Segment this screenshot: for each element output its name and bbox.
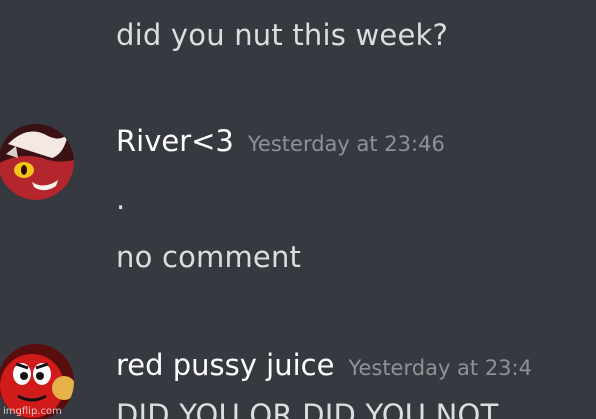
message-header: River<3 Yesterday at 23:46	[116, 124, 445, 158]
watermark: imgflip.com	[3, 406, 62, 417]
username[interactable]: red pussy juice	[116, 348, 334, 382]
timestamp: Yesterday at 23:46	[247, 132, 445, 156]
message-text: DID YOU OR DID YOU NOT	[116, 398, 499, 419]
message-header: red pussy juice Yesterday at 23:4	[116, 348, 532, 382]
demon-character-avatar-icon	[0, 124, 74, 200]
username[interactable]: River<3	[116, 124, 234, 158]
avatar[interactable]	[0, 124, 74, 200]
message-text: did you nut this week?	[116, 18, 449, 52]
timestamp: Yesterday at 23:4	[348, 356, 532, 380]
message-text: no comment	[116, 240, 302, 274]
message-text: .	[116, 182, 126, 216]
chat-message-list: did you nut this week? River<3 Yesterday …	[0, 0, 596, 419]
